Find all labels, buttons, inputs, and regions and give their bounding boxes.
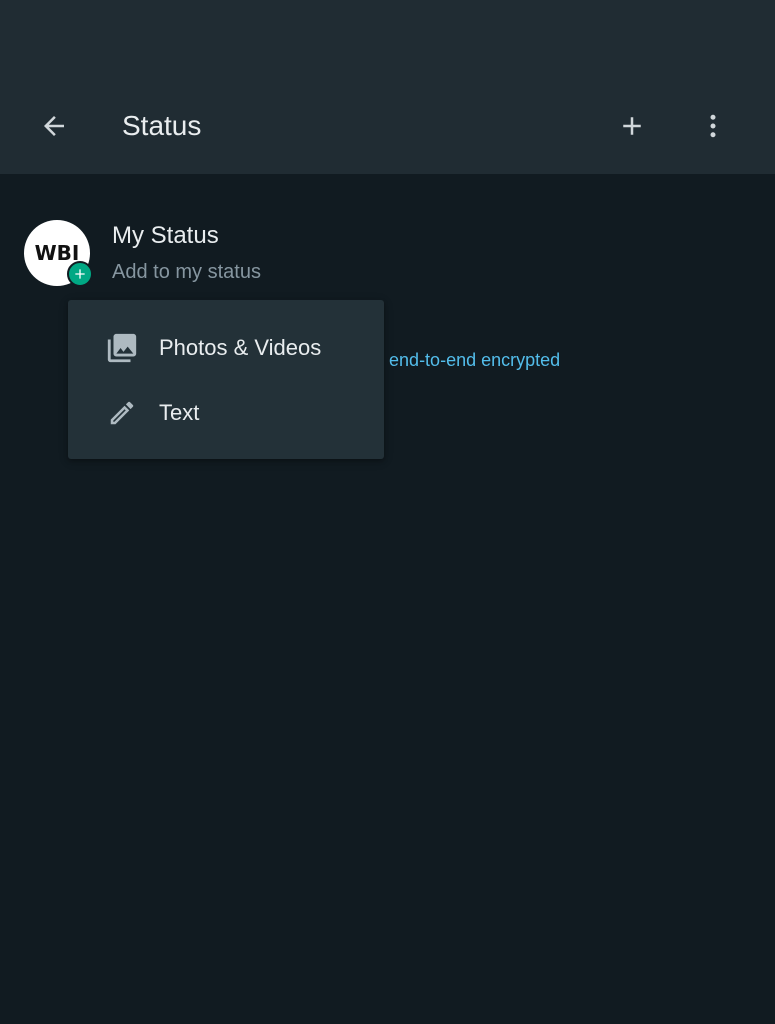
- plus-icon: [623, 117, 641, 135]
- add-status-badge[interactable]: [67, 261, 93, 287]
- menu-item-text[interactable]: Text: [68, 380, 384, 445]
- menu-item-photos-videos[interactable]: Photos & Videos: [68, 315, 384, 380]
- menu-item-label: Text: [159, 399, 200, 425]
- arrow-back-icon: [44, 116, 64, 136]
- my-status-subtitle: Add to my status: [112, 261, 261, 283]
- plus-icon: [75, 269, 85, 279]
- my-status-row[interactable]: WBI My Status Add to my status: [0, 204, 775, 300]
- pencil-icon: [105, 396, 139, 430]
- app-header: Status: [0, 0, 775, 174]
- status-dropdown-menu: Photos & Videos Text: [68, 300, 384, 459]
- my-status-name: My Status: [112, 222, 219, 249]
- encryption-link[interactable]: end-to-end encrypted: [389, 350, 560, 370]
- menu-item-label: Photos & Videos: [159, 334, 322, 360]
- menu-button[interactable]: [693, 106, 733, 146]
- avatar-logo: WBI: [34, 241, 80, 265]
- add-status-button[interactable]: [612, 106, 652, 146]
- page-title: Status: [122, 110, 202, 141]
- gallery-icon: [105, 331, 139, 365]
- back-button[interactable]: [34, 106, 74, 146]
- more-vertical-icon: [710, 114, 716, 138]
